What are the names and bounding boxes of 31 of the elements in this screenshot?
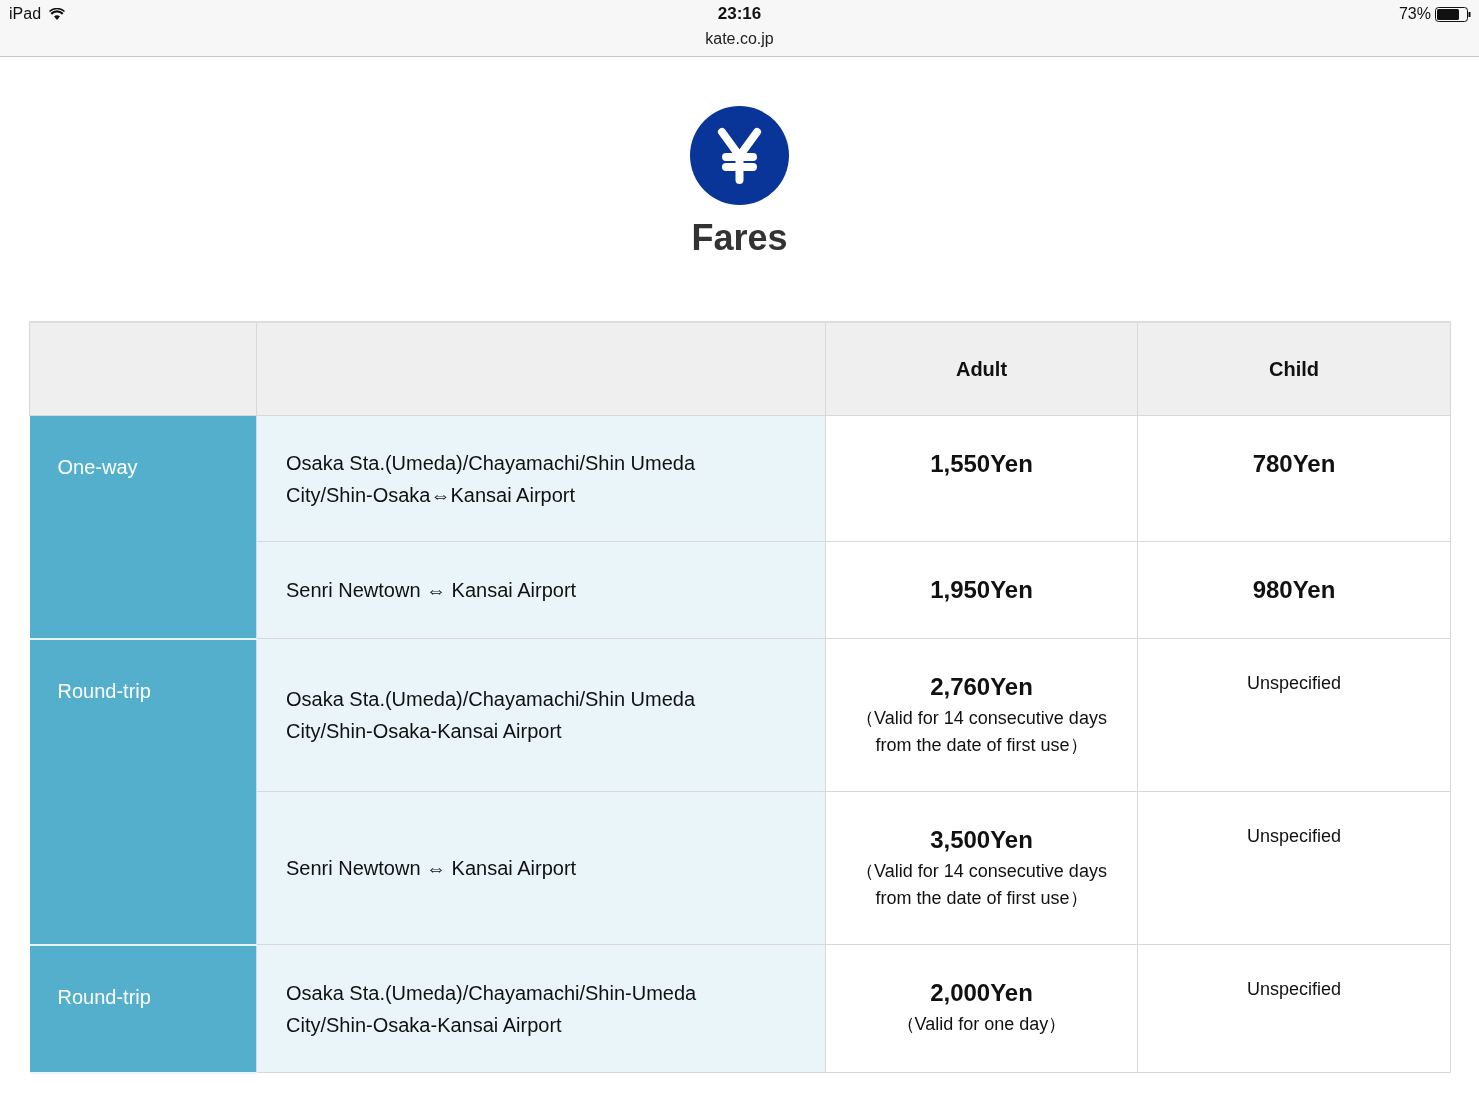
battery-percent: 73% (1398, 5, 1431, 23)
fare-type-cell: One-way (29, 415, 257, 639)
yen-icon (690, 106, 789, 205)
page-title: Fares (691, 217, 788, 259)
route-cell: Senri Newtown ⇔ Kansai Airport (256, 541, 826, 639)
fare-price: 780Yen (1251, 450, 1337, 478)
fare-note: （Valid for 14 consecutive days from the date of first use） (855, 707, 1108, 757)
fare-price: 1,950Yen (929, 576, 1034, 604)
fare-note: Unspecified (1245, 979, 1343, 1000)
page-url: kate.co.jp (705, 30, 774, 48)
fare-note: Unspecified (1245, 673, 1343, 694)
column-header: Child (1137, 322, 1451, 416)
wifi-icon (49, 8, 66, 20)
fare-price: 2,760Yen (929, 673, 1034, 701)
fare-note: Unspecified (1245, 826, 1343, 847)
fare-price: 3,500Yen (929, 826, 1034, 854)
fare-type-cell: Round-trip (29, 944, 257, 1073)
route-cell: Osaka Sta.(Umeda)/Chayamachi/Shin Umeda City/Shin-Osaka-Kansai Airport (256, 638, 826, 792)
route-cell: Osaka Sta.(Umeda)/Chayamachi/Shin Umeda City/Shin-Osaka⇔Kansai Airport (256, 415, 826, 542)
device-name: iPad (9, 5, 42, 23)
route-cell: Senri Newtown ⇔ Kansai Airport (256, 791, 826, 945)
fare-price: 980Yen (1251, 576, 1337, 604)
fare-price: 1,550Yen (929, 450, 1034, 478)
fare-note: （Valid for one day） (895, 1013, 1068, 1036)
fare-price: 2,000Yen (929, 979, 1034, 1007)
fare-type-cell: Round-trip (29, 638, 257, 945)
fare-note: （Valid for 14 consecutive days from the date of first use） (855, 860, 1108, 910)
clock-time: 23:16 (717, 4, 762, 24)
route-cell: Osaka Sta.(Umeda)/Chayamachi/Shin-Umeda City/Shin-Osaka-Kansai Airport (256, 944, 826, 1073)
battery-icon (1435, 6, 1471, 22)
column-header: Adult (825, 322, 1138, 416)
